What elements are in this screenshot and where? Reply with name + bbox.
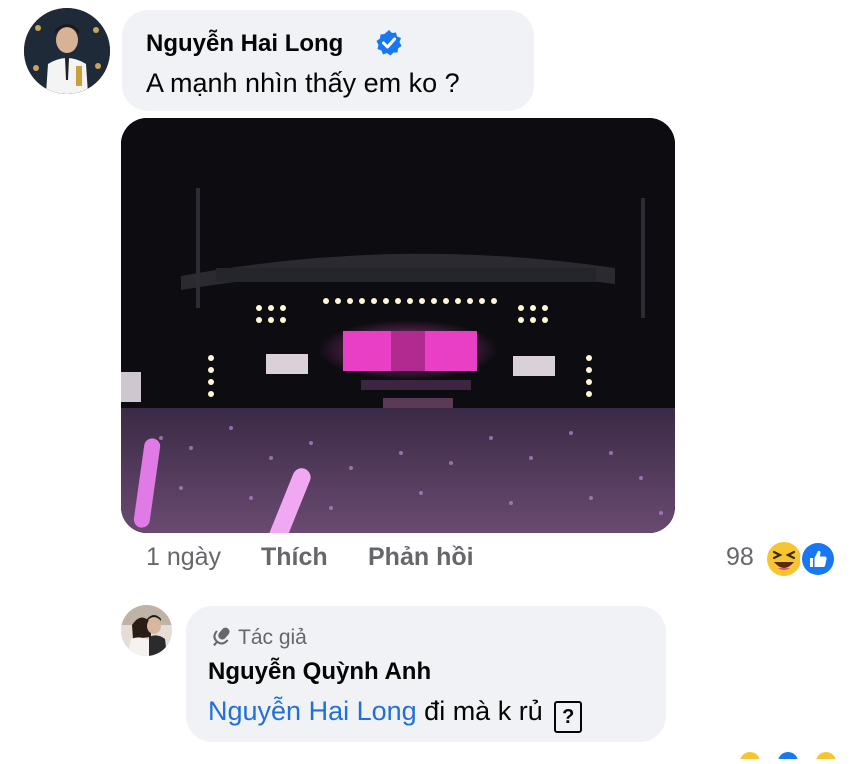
author-role-label: Tác giả	[238, 626, 307, 649]
haha-icon	[767, 542, 801, 576]
commenter-avatar[interactable]	[24, 8, 110, 94]
reply-text: Nguyễn Hai Long đi mà k rủ ?	[208, 696, 583, 733]
reply-button[interactable]: Phản hồi	[368, 543, 474, 572]
reply-author-name[interactable]: Nguyễn Quỳnh Anh	[208, 658, 431, 686]
comment-text: A mạnh nhìn thấy em ko ?	[146, 68, 460, 98]
reply-author-avatar[interactable]	[121, 605, 172, 656]
reaction-summary[interactable]	[766, 538, 838, 580]
unknown-glyph-box: ?	[554, 701, 583, 733]
comment-photo[interactable]	[121, 118, 675, 533]
reply-mention-link[interactable]: Nguyễn Hai Long	[208, 696, 417, 726]
comment-timestamp[interactable]: 1 ngày	[146, 543, 221, 572]
reply-body: đi mà k rủ	[424, 696, 543, 726]
microphone-icon	[208, 624, 234, 655]
comment-author-name[interactable]: Nguyễn Hai Long	[146, 30, 343, 58]
comment-bubble: Nguyễn Hai Long A mạnh nhìn thấy em ko ?	[122, 10, 534, 111]
reaction-count[interactable]: 98	[726, 543, 754, 572]
partial-reaction-icons	[738, 746, 838, 764]
like-icon	[800, 541, 836, 577]
verified-badge-icon	[375, 29, 403, 57]
reply-bubble: Tác giả Nguyễn Quỳnh Anh Nguyễn Hai Long…	[186, 606, 666, 742]
like-button[interactable]: Thích	[261, 543, 328, 572]
